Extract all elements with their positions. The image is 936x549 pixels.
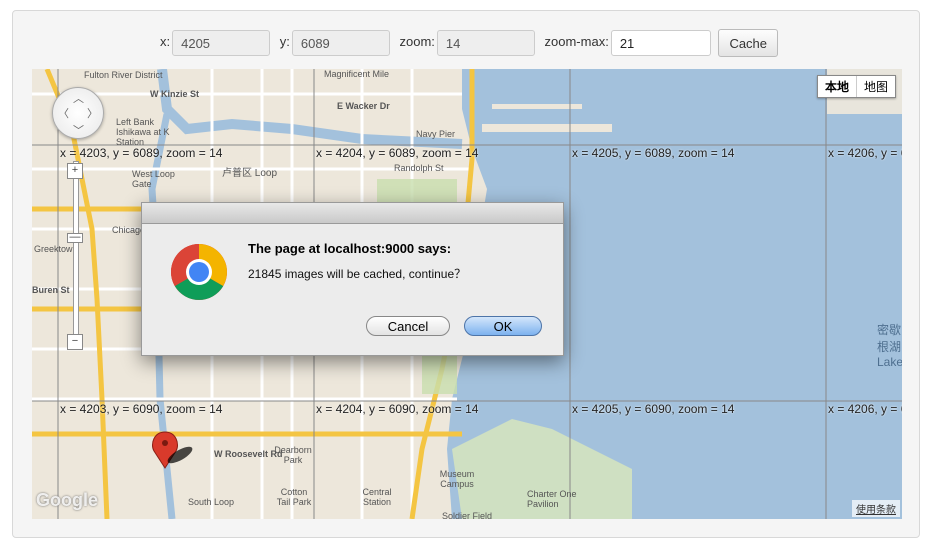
zoom-field-group: zoom: xyxy=(393,30,535,56)
zoom-max-input[interactable] xyxy=(610,30,711,56)
place-label: Charter One Pavilion xyxy=(527,489,577,509)
google-logo: Google xyxy=(36,490,98,510)
cancel-button[interactable]: Cancel xyxy=(366,316,450,336)
zoom-max-field-group: zoom-max: xyxy=(539,30,711,56)
map-type-map-button[interactable]: 地图 xyxy=(856,76,895,97)
tile-label: x = 4205, y = 6090, zoom = 14 xyxy=(572,402,735,416)
x-input[interactable] xyxy=(172,30,271,56)
y-field-group: y: xyxy=(274,30,390,56)
place-label: 密歇根湖 Lake xyxy=(877,323,902,369)
pan-left-icon[interactable]: 〈 xyxy=(58,105,69,121)
place-label: Randolph St xyxy=(394,163,444,173)
pan-up-icon[interactable]: ︿ xyxy=(73,90,84,106)
tile-label: x = 4204, y = 6089, zoom = 14 xyxy=(316,146,479,160)
pan-control[interactable]: ︿ ﹀ 〈 〉 xyxy=(52,87,104,139)
tile-label: x = 4206, y = 6089, zoom = 14 xyxy=(828,146,902,160)
dialog-message: 21845 images will be cached, continue？ xyxy=(248,267,467,281)
place-label: Buren St xyxy=(32,285,70,295)
tile-label: x = 4203, y = 6090, zoom = 14 xyxy=(60,402,223,416)
dialog-title: The page at localhost:9000 says: xyxy=(248,241,452,256)
alert-dialog: The page at localhost:9000 says: 21845 i… xyxy=(141,202,564,356)
tile-label: x = 4205, y = 6089, zoom = 14 xyxy=(572,146,735,160)
tile-label: x = 4204, y = 6090, zoom = 14 xyxy=(316,402,479,416)
zoom-max-label: zoom-max: xyxy=(544,34,609,50)
cache-button[interactable]: Cache xyxy=(718,29,779,57)
map-type-control: 本地 地图 xyxy=(816,75,896,98)
place-label: W Kinzie St xyxy=(150,89,199,99)
zoom-label: zoom: xyxy=(399,34,435,50)
place-label: E Wacker Dr xyxy=(337,101,390,111)
zoom-out-button[interactable]: − xyxy=(67,334,83,350)
place-label: Magnificent Mile xyxy=(324,69,390,79)
y-label: y: xyxy=(279,34,290,50)
place-label: West Loop Gate xyxy=(132,169,175,189)
place-label: Museum Campus xyxy=(439,469,475,489)
place-label: Dearborn Park xyxy=(274,445,312,465)
y-input[interactable] xyxy=(291,30,390,56)
map-type-local-button[interactable]: 本地 xyxy=(817,76,857,97)
terms-link[interactable]: 使用条款 xyxy=(852,500,900,517)
place-label: Left Bank Ishikawa at K Station xyxy=(116,117,170,147)
tile-label: x = 4203, y = 6089, zoom = 14 xyxy=(60,146,223,160)
place-label: Fulton River District xyxy=(84,70,163,80)
tile-label: x = 4206, y = 6090, zoom = 14 xyxy=(828,402,902,416)
zoom-input[interactable] xyxy=(436,30,535,56)
zoom-slider-track[interactable] xyxy=(73,161,79,343)
place-label: Central Station xyxy=(362,487,392,507)
zoom-in-button[interactable]: + xyxy=(67,163,83,179)
place-label: Cotton Tail Park xyxy=(276,487,312,507)
place-label: South Loop xyxy=(188,497,235,507)
place-label: 卢普区 Loop xyxy=(222,168,278,179)
place-label: Navy Pier xyxy=(416,129,456,139)
dialog-titlebar xyxy=(142,203,563,224)
toolbar: x: y: zoom: zoom-max: Cache xyxy=(13,29,919,59)
x-field-group: x: xyxy=(154,30,271,56)
chrome-logo-icon xyxy=(171,244,227,300)
pan-right-icon[interactable]: 〉 xyxy=(87,105,98,121)
place-label: Greektown xyxy=(34,244,78,254)
zoom-slider-handle[interactable]: — xyxy=(67,232,83,243)
ok-button[interactable]: OK xyxy=(464,316,542,336)
x-label: x: xyxy=(159,34,171,50)
place-label: Soldier Field xyxy=(442,511,493,519)
pan-down-icon[interactable]: ﹀ xyxy=(73,122,84,138)
